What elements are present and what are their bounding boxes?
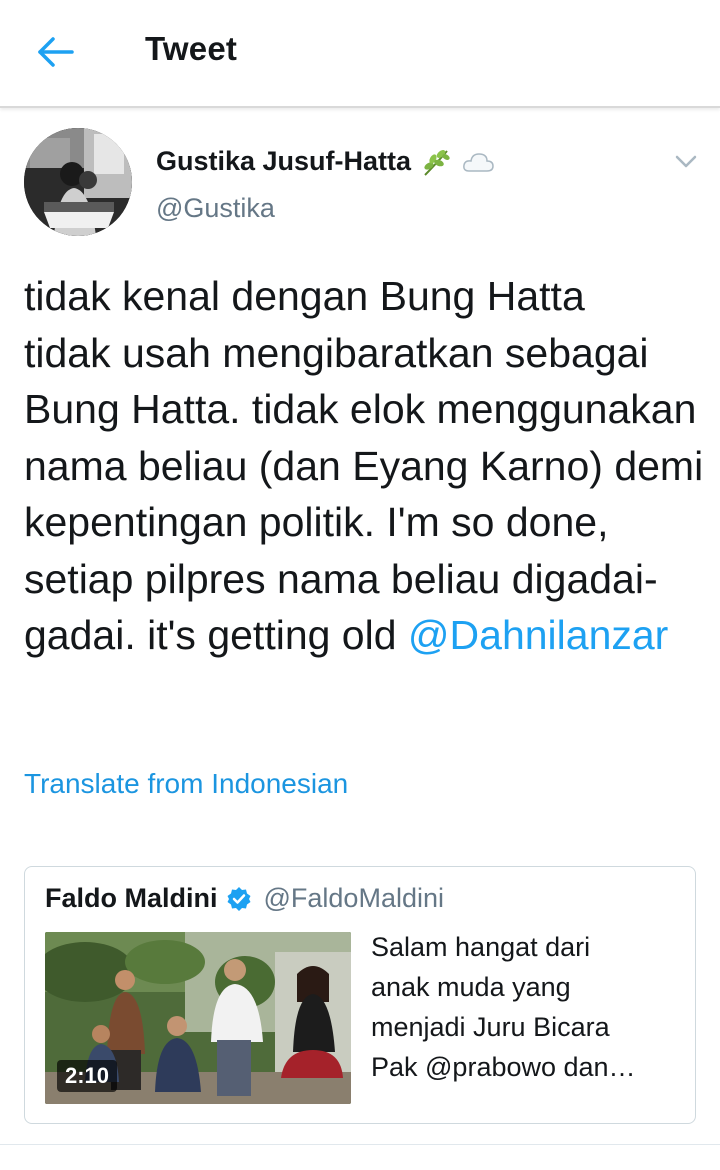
quoted-tweet-card[interactable]: Faldo Maldini @FaldoMaldini 2:10 Salam h… <box>24 866 696 1124</box>
chevron-down-icon <box>675 155 697 168</box>
tweet-options-button[interactable] <box>668 146 704 176</box>
author-name: Gustika Jusuf-Hatta <box>156 146 412 176</box>
quoted-tweet-text: Salam hangat dari anak muda yang menjadi… <box>371 932 636 1082</box>
app-bar: Tweet <box>0 0 720 108</box>
author-handle[interactable]: @Gustika <box>156 193 275 224</box>
video-duration: 2:10 <box>57 1060 118 1092</box>
avatar[interactable] <box>24 128 132 236</box>
verified-badge-icon <box>227 886 250 911</box>
divider <box>0 1144 720 1145</box>
herb-emoji-icon <box>424 149 450 176</box>
author-name-row[interactable]: Gustika Jusuf-Hatta <box>156 146 495 177</box>
back-button[interactable] <box>26 26 86 78</box>
mention-link[interactable]: @Dahnilanzar <box>408 612 668 658</box>
quoted-author-handle: @FaldoMaldini <box>263 883 444 913</box>
cloud-emoji-icon <box>463 152 494 172</box>
video-thumbnail[interactable]: 2:10 <box>45 932 351 1104</box>
arrow-left-icon <box>38 37 74 67</box>
quoted-tweet-header: Faldo Maldini @FaldoMaldini <box>45 883 444 914</box>
translate-link[interactable]: Translate from Indonesian <box>24 768 348 800</box>
page-title: Tweet <box>145 30 238 67</box>
tweet-text: tidak kenal dengan Bung Hatta tidak usah… <box>24 268 704 664</box>
tweet-text-body: tidak kenal dengan Bung Hatta tidak usah… <box>24 273 704 658</box>
quoted-author-name: Faldo Maldini <box>45 883 218 913</box>
